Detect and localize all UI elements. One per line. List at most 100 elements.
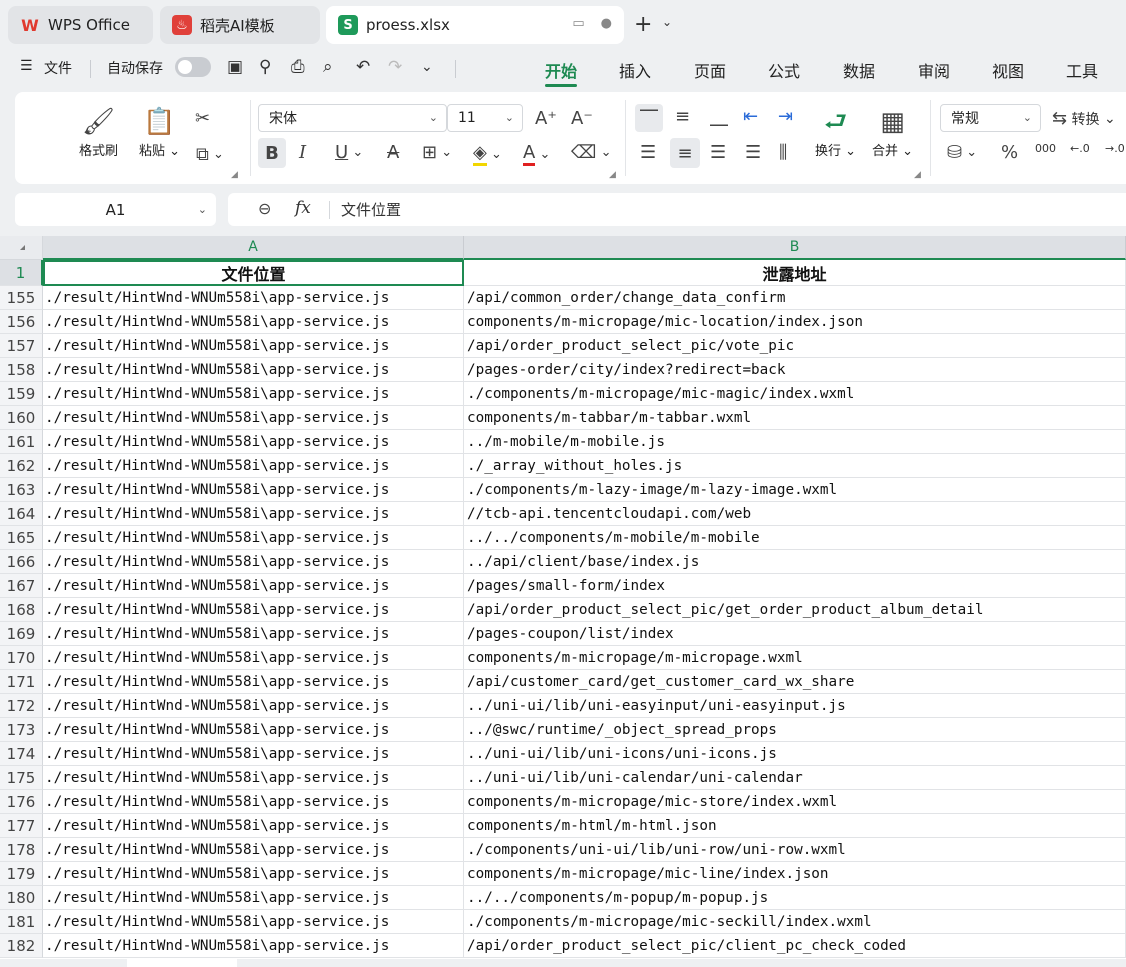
- cell-column-a[interactable]: ./result/HintWnd-WNUm558i\app-service.js: [43, 718, 464, 742]
- increase-indent-button[interactable]: ⇥: [778, 106, 793, 127]
- cell-column-b[interactable]: /api/order_product_select_pic/client_pc_…: [464, 934, 1126, 958]
- column-header-a[interactable]: A: [43, 236, 464, 260]
- cell-column-b[interactable]: /api/order_product_select_pic/vote_pic: [464, 334, 1126, 358]
- unsaved-dot-icon[interactable]: ●: [601, 16, 612, 31]
- cell-column-b[interactable]: components/m-micropage/mic-store/index.w…: [464, 790, 1126, 814]
- cell-column-a[interactable]: ./result/HintWnd-WNUm558i\app-service.js: [43, 766, 464, 790]
- save-icon[interactable]: ▣: [227, 57, 243, 77]
- justify-button[interactable]: ☰: [745, 142, 761, 163]
- font-color-button[interactable]: A ⌄: [523, 142, 550, 166]
- cell-column-a[interactable]: ./result/HintWnd-WNUm558i\app-service.js: [43, 382, 464, 406]
- cell-column-a[interactable]: ./result/HintWnd-WNUm558i\app-service.js: [43, 358, 464, 382]
- cell-column-b[interactable]: /pages-coupon/list/index: [464, 622, 1126, 646]
- cell-column-b[interactable]: ../@swc/runtime/_object_spread_props: [464, 718, 1126, 742]
- italic-button[interactable]: I: [299, 142, 306, 163]
- tab-tools[interactable]: 工具: [1066, 58, 1098, 82]
- cell-column-b[interactable]: ../m-mobile/m-mobile.js: [464, 430, 1126, 454]
- cell-column-a[interactable]: ./result/HintWnd-WNUm558i\app-service.js: [43, 478, 464, 502]
- align-middle-button[interactable]: ≡: [675, 106, 690, 127]
- cell-column-a[interactable]: ./result/HintWnd-WNUm558i\app-service.js: [43, 310, 464, 334]
- row-header[interactable]: 177: [0, 814, 43, 838]
- row-header[interactable]: 157: [0, 334, 43, 358]
- row-header[interactable]: 180: [0, 886, 43, 910]
- row-header[interactable]: 156: [0, 310, 43, 334]
- row-header[interactable]: 161: [0, 430, 43, 454]
- cell-column-b[interactable]: /api/common_order/change_data_confirm: [464, 286, 1126, 310]
- align-center-button[interactable]: ≡: [670, 138, 700, 168]
- strikethrough-button[interactable]: A: [387, 142, 399, 163]
- cell-column-a[interactable]: ./result/HintWnd-WNUm558i\app-service.js: [43, 622, 464, 646]
- font-name-select[interactable]: 宋体 ⌄: [258, 104, 447, 132]
- tab-view[interactable]: 视图: [992, 58, 1024, 82]
- align-top-button[interactable]: ⎺: [635, 104, 663, 132]
- cell-column-a[interactable]: ./result/HintWnd-WNUm558i\app-service.js: [43, 526, 464, 550]
- row-header[interactable]: 181: [0, 910, 43, 934]
- cell-column-a[interactable]: ./result/HintWnd-WNUm558i\app-service.js: [43, 334, 464, 358]
- convert-button[interactable]: ⇆ 转换 ⌄: [1052, 108, 1116, 129]
- cell-column-b[interactable]: components/m-micropage/mic-location/inde…: [464, 310, 1126, 334]
- fill-color-button[interactable]: ◈ ⌄: [473, 142, 502, 166]
- cell-column-a[interactable]: ./result/HintWnd-WNUm558i\app-service.js: [43, 670, 464, 694]
- cell-column-a[interactable]: ./result/HintWnd-WNUm558i\app-service.js: [43, 742, 464, 766]
- tab-data[interactable]: 数据: [843, 58, 875, 82]
- cut-button[interactable]: ✂: [195, 108, 210, 129]
- align-bottom-button[interactable]: ⎽: [710, 106, 728, 127]
- row-header[interactable]: 179: [0, 862, 43, 886]
- name-box[interactable]: A1 ⌄: [15, 193, 216, 226]
- increase-font-size-button[interactable]: A⁺: [535, 108, 557, 129]
- row-header[interactable]: 162: [0, 454, 43, 478]
- clipboard-dialog-launcher-icon[interactable]: ◢: [231, 170, 238, 180]
- clear-format-button[interactable]: ⌫ ⌄: [571, 142, 611, 163]
- number-format-select[interactable]: 常规 ⌄: [940, 104, 1041, 132]
- tab-review[interactable]: 审阅: [918, 58, 950, 82]
- cell-column-b[interactable]: components/m-micropage/m-micropage.wxml: [464, 646, 1126, 670]
- print-preview-icon[interactable]: ⌕: [323, 57, 333, 77]
- cell-a1[interactable]: 文件位置: [43, 260, 464, 286]
- scrollbar-thumb[interactable]: [127, 959, 237, 967]
- paste-button[interactable]: 📋 粘贴 ⌄: [139, 104, 180, 159]
- alignment-dialog-launcher-icon[interactable]: ◢: [914, 170, 921, 180]
- tab-home[interactable]: 开始: [545, 58, 578, 87]
- cell-column-a[interactable]: ./result/HintWnd-WNUm558i\app-service.js: [43, 598, 464, 622]
- cell-column-b[interactable]: /api/order_product_select_pic/get_order_…: [464, 598, 1126, 622]
- cell-column-b[interactable]: ./_array_without_holes.js: [464, 454, 1126, 478]
- undo-icon[interactable]: ↶: [356, 57, 370, 77]
- cell-column-b[interactable]: ../uni-ui/lib/uni-icons/uni-icons.js: [464, 742, 1126, 766]
- row-header[interactable]: 176: [0, 790, 43, 814]
- tab-page[interactable]: 页面: [694, 58, 726, 82]
- cell-column-a[interactable]: ./result/HintWnd-WNUm558i\app-service.js: [43, 286, 464, 310]
- decrease-font-size-button[interactable]: A⁻: [571, 108, 593, 129]
- row-header[interactable]: 165: [0, 526, 43, 550]
- cell-column-a[interactable]: ./result/HintWnd-WNUm558i\app-service.js: [43, 814, 464, 838]
- fx-icon[interactable]: fx: [295, 198, 311, 218]
- cell-column-b[interactable]: ../uni-ui/lib/uni-easyinput/uni-easyinpu…: [464, 694, 1126, 718]
- cell-column-a[interactable]: ./result/HintWnd-WNUm558i\app-service.js: [43, 502, 464, 526]
- cell-column-b[interactable]: //tcb-api.tencentcloudapi.com/web: [464, 502, 1126, 526]
- file-menu[interactable]: 文件: [44, 58, 72, 78]
- row-header[interactable]: 167: [0, 574, 43, 598]
- cell-column-a[interactable]: ./result/HintWnd-WNUm558i\app-service.js: [43, 910, 464, 934]
- currency-button[interactable]: ⛁ ⌄: [947, 142, 977, 163]
- share-icon[interactable]: ⚲: [259, 57, 271, 77]
- cell-column-a[interactable]: ./result/HintWnd-WNUm558i\app-service.js: [43, 550, 464, 574]
- cell-column-a[interactable]: ./result/HintWnd-WNUm558i\app-service.js: [43, 574, 464, 598]
- font-dialog-launcher-icon[interactable]: ◢: [609, 170, 616, 180]
- cell-b1[interactable]: 泄露地址: [464, 260, 1126, 286]
- cell-column-a[interactable]: ./result/HintWnd-WNUm558i\app-service.js: [43, 862, 464, 886]
- cell-column-b[interactable]: components/m-html/m-html.json: [464, 814, 1126, 838]
- cell-column-a[interactable]: ./result/HintWnd-WNUm558i\app-service.js: [43, 838, 464, 862]
- cell-column-b[interactable]: ../api/client/base/index.js: [464, 550, 1126, 574]
- horizontal-scrollbar[interactable]: [0, 959, 1126, 967]
- increase-decimal-button[interactable]: ←.0: [1070, 142, 1090, 155]
- font-size-select[interactable]: 11 ⌄: [447, 104, 523, 132]
- cell-column-a[interactable]: ./result/HintWnd-WNUm558i\app-service.js: [43, 430, 464, 454]
- row-header[interactable]: 169: [0, 622, 43, 646]
- thousands-separator-button[interactable]: 000: [1035, 142, 1056, 155]
- cell-column-b[interactable]: ./components/uni-ui/lib/uni-row/uni-row.…: [464, 838, 1126, 862]
- align-right-button[interactable]: ☰: [710, 142, 726, 163]
- hamburger-menu-icon[interactable]: ☰: [20, 58, 33, 74]
- tab-docer-ai-template[interactable]: ♨ 稻壳AI模板: [160, 6, 320, 44]
- cell-column-b[interactable]: ./components/m-micropage/mic-seckill/ind…: [464, 910, 1126, 934]
- tab-proess-xlsx[interactable]: S proess.xlsx ▭ ●: [326, 6, 624, 44]
- cell-column-b[interactable]: ./components/m-micropage/mic-magic/index…: [464, 382, 1126, 406]
